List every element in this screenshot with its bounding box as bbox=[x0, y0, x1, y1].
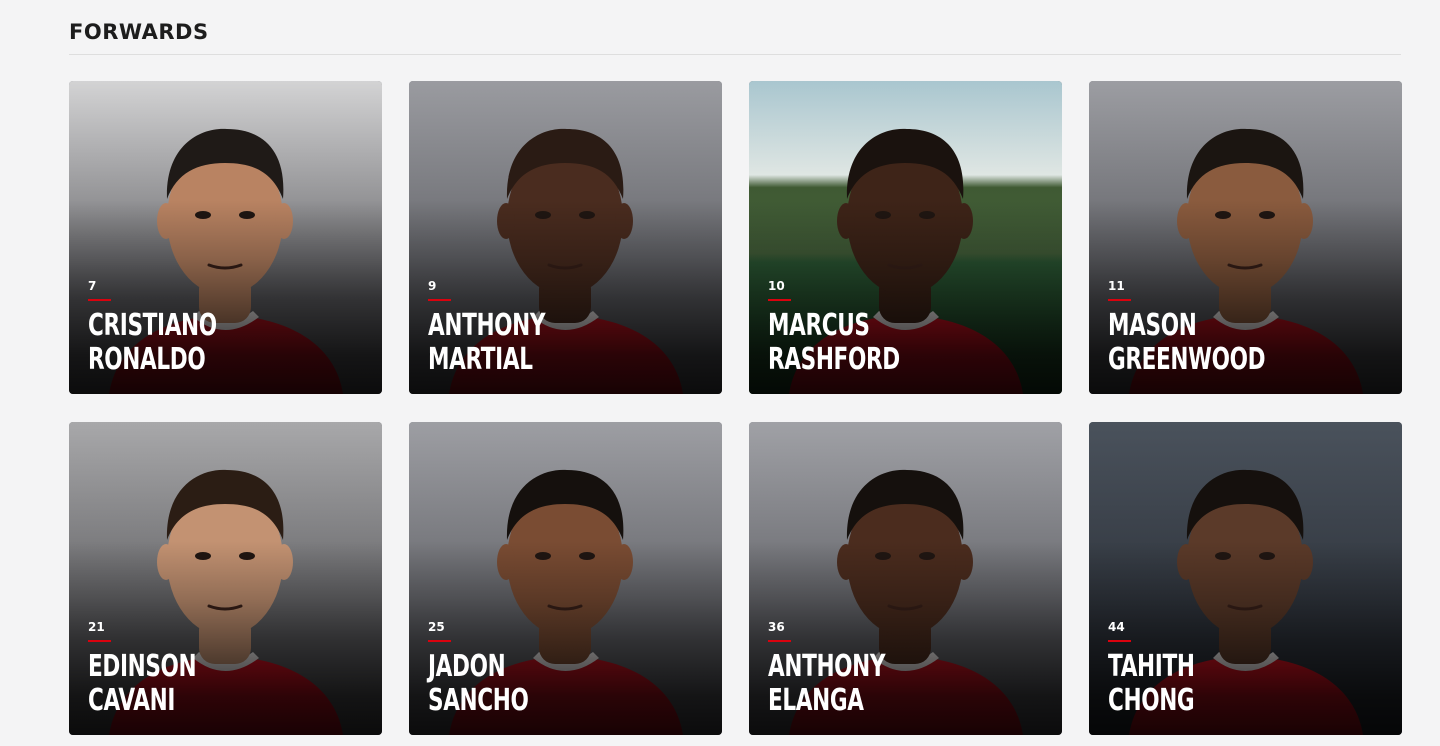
player-card[interactable]: 11 MASON GREENWOOD bbox=[1089, 81, 1402, 394]
player-number: 11 bbox=[1108, 279, 1125, 293]
player-last-name: SANCHO bbox=[428, 683, 529, 718]
player-card[interactable]: 25 JADON SANCHO bbox=[409, 422, 722, 735]
player-number: 21 bbox=[88, 620, 105, 634]
player-card[interactable]: 44 TAHITH CHONG bbox=[1089, 422, 1402, 735]
player-card[interactable]: 9 ANTHONY MARTIAL bbox=[409, 81, 722, 394]
player-last-name: ELANGA bbox=[768, 683, 864, 718]
player-info: 7 CRISTIANO RONALDO bbox=[88, 279, 267, 377]
number-underline bbox=[428, 640, 451, 642]
player-card[interactable]: 7 CRISTIANO RONALDO bbox=[69, 81, 382, 394]
player-info: 44 TAHITH CHONG bbox=[1108, 620, 1228, 718]
player-card[interactable]: 21 EDINSON CAVANI bbox=[69, 422, 382, 735]
number-underline bbox=[428, 299, 451, 301]
number-underline bbox=[88, 640, 111, 642]
player-first-name: EDINSON bbox=[88, 649, 197, 684]
number-underline bbox=[1108, 640, 1131, 642]
player-info: 25 JADON SANCHO bbox=[428, 620, 568, 718]
player-name: ANTHONY ELANGA bbox=[768, 649, 886, 718]
player-last-name: CHONG bbox=[1108, 683, 1195, 718]
number-underline bbox=[88, 299, 111, 301]
section-header: FORWARDS bbox=[69, 18, 1401, 55]
player-name: JADON SANCHO bbox=[428, 649, 529, 718]
player-card[interactable]: 36 ANTHONY ELANGA bbox=[749, 422, 1062, 735]
player-first-name: JADON bbox=[428, 649, 506, 684]
player-name: ANTHONY MARTIAL bbox=[428, 308, 546, 377]
player-info: 9 ANTHONY MARTIAL bbox=[428, 279, 591, 377]
player-name: EDINSON CAVANI bbox=[88, 649, 197, 718]
player-last-name: RASHFORD bbox=[768, 342, 900, 377]
player-grid: 7 CRISTIANO RONALDO 9 ANTHONY MARTIAL 10 MARC… bbox=[69, 81, 1402, 735]
number-underline bbox=[1108, 299, 1131, 301]
player-info: 10 MARCUS RASHFORD bbox=[768, 279, 951, 377]
player-number: 9 bbox=[428, 279, 437, 293]
player-first-name: ANTHONY bbox=[428, 308, 546, 343]
player-number: 36 bbox=[768, 620, 785, 634]
player-last-name: CAVANI bbox=[88, 683, 176, 718]
player-first-name: ANTHONY bbox=[768, 649, 886, 684]
player-first-name: CRISTIANO bbox=[88, 308, 217, 343]
player-number: 7 bbox=[88, 279, 97, 293]
player-first-name: MASON bbox=[1108, 308, 1197, 343]
player-name: MASON GREENWOOD bbox=[1108, 308, 1266, 377]
player-number: 25 bbox=[428, 620, 445, 634]
player-last-name: RONALDO bbox=[88, 342, 206, 377]
player-name: CRISTIANO RONALDO bbox=[88, 309, 217, 377]
player-info: 36 ANTHONY ELANGA bbox=[768, 620, 931, 718]
player-last-name: GREENWOOD bbox=[1108, 342, 1266, 377]
player-number: 44 bbox=[1108, 620, 1125, 634]
number-underline bbox=[768, 299, 791, 301]
player-number: 10 bbox=[768, 279, 785, 293]
player-name: TAHITH CHONG bbox=[1108, 650, 1195, 718]
player-info: 21 EDINSON CAVANI bbox=[88, 620, 238, 718]
player-last-name: MARTIAL bbox=[428, 342, 533, 377]
number-underline bbox=[768, 640, 791, 642]
player-name: MARCUS RASHFORD bbox=[768, 309, 900, 377]
player-info: 11 MASON GREENWOOD bbox=[1108, 279, 1326, 377]
player-first-name: MARCUS bbox=[768, 308, 870, 343]
player-first-name: TAHITH bbox=[1108, 649, 1195, 684]
section-title: FORWARDS bbox=[69, 20, 209, 44]
player-card[interactable]: 10 MARCUS RASHFORD bbox=[749, 81, 1062, 394]
